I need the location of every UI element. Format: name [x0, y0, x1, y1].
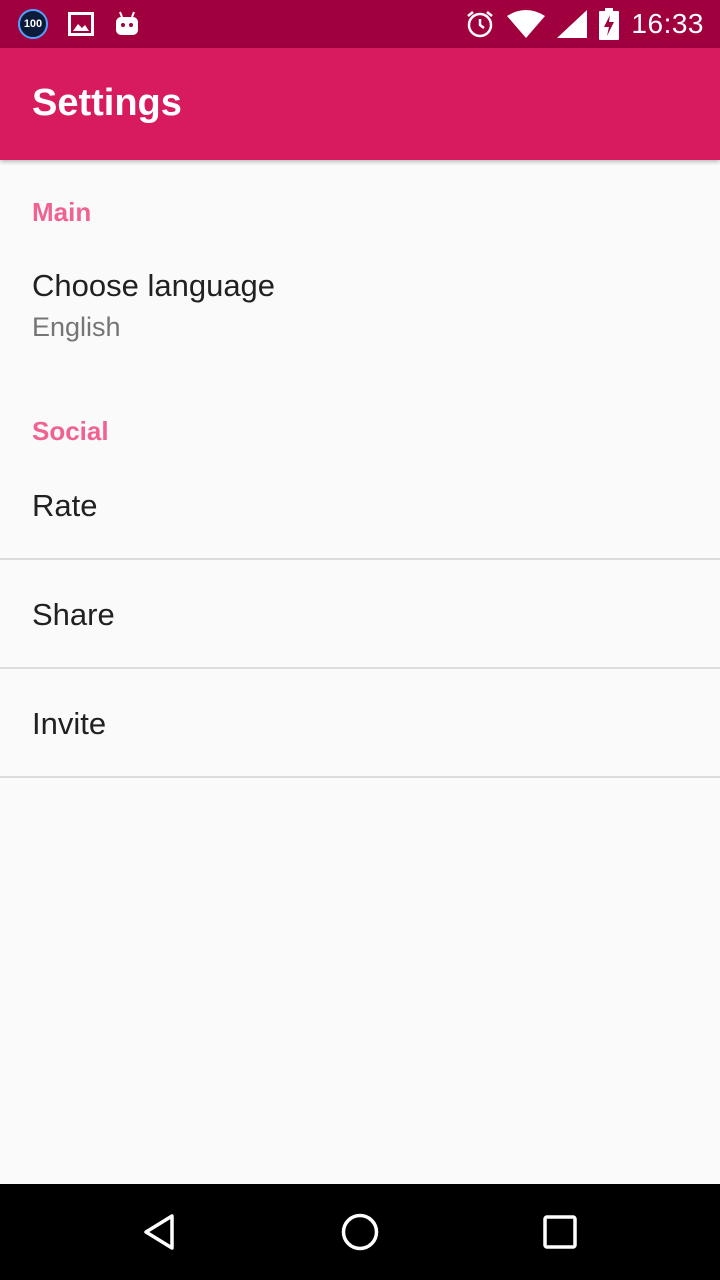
navigation-bar	[0, 1184, 720, 1280]
recents-button[interactable]	[536, 1208, 584, 1256]
recents-icon	[543, 1215, 577, 1249]
home-button[interactable]	[336, 1208, 384, 1256]
divider	[0, 776, 720, 778]
notification-badge-text: 100	[23, 18, 43, 30]
home-icon	[341, 1213, 379, 1251]
back-icon	[144, 1214, 174, 1250]
invite-preference[interactable]: Invite	[0, 669, 720, 776]
signal-icon	[557, 10, 588, 38]
notification-100-icon: 100	[18, 9, 48, 39]
share-preference[interactable]: Share	[0, 560, 720, 667]
battery-charging-icon	[599, 8, 620, 40]
status-bar: 100 16:33	[0, 0, 720, 48]
app-bar: Settings	[0, 48, 720, 160]
status-time: 16:33	[631, 8, 704, 39]
rate-preference[interactable]: Rate	[0, 468, 720, 558]
android-icon	[116, 11, 138, 35]
choose-language-title: Choose language	[32, 268, 276, 303]
choose-language-preference[interactable]: Choose language English	[0, 250, 720, 380]
invite-title: Invite	[32, 706, 107, 741]
category-social-header: Social	[32, 416, 109, 446]
back-button[interactable]	[136, 1208, 184, 1256]
category-main-header: Main	[32, 197, 92, 227]
page-title: Settings	[32, 82, 182, 124]
wifi-icon	[507, 10, 546, 38]
share-title: Share	[32, 597, 115, 632]
alarm-icon	[467, 11, 494, 38]
rate-title: Rate	[32, 488, 98, 523]
image-icon	[68, 12, 94, 36]
choose-language-summary: English	[32, 312, 121, 342]
